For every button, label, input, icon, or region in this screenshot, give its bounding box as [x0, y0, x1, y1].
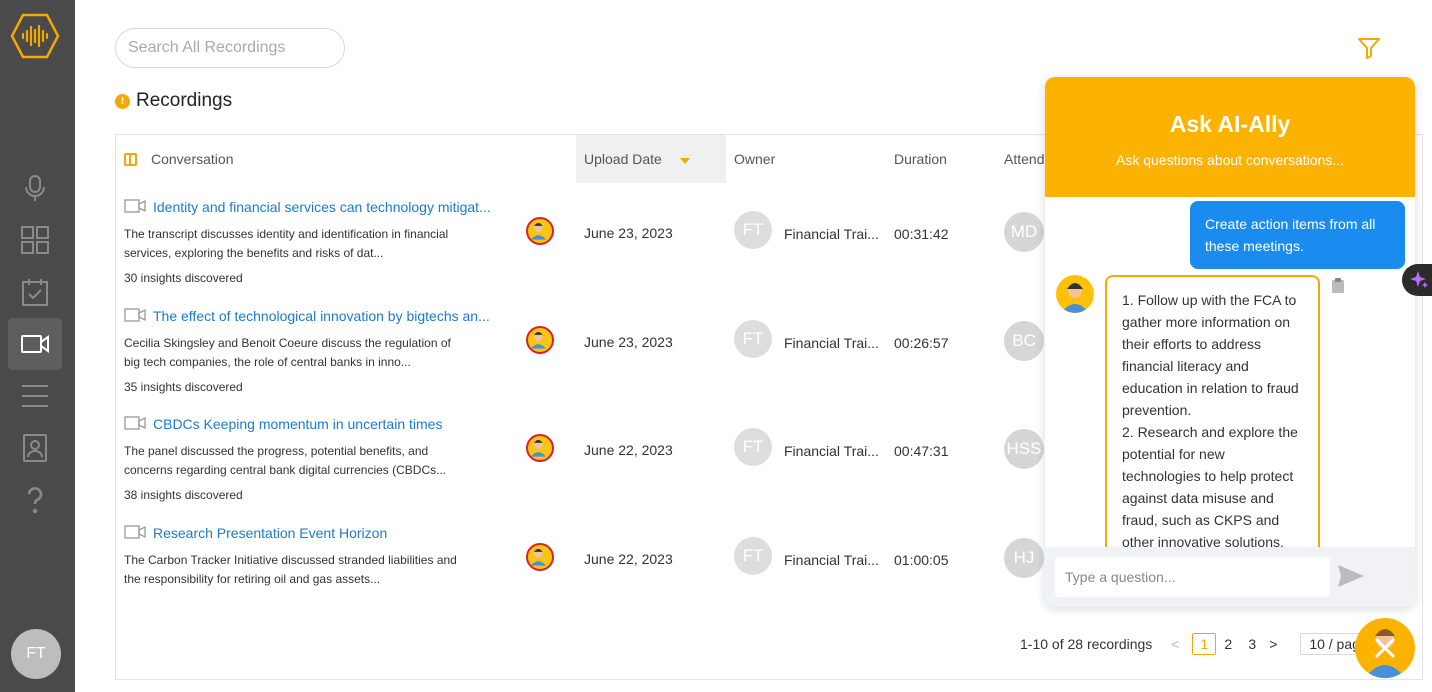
nav-list[interactable]: [8, 370, 62, 422]
recording-title-link[interactable]: The effect of technological innovation b…: [153, 308, 490, 324]
video-camera-icon: [124, 199, 146, 213]
insights-count: 30 insights discovered: [124, 271, 243, 285]
nav-help[interactable]: [8, 474, 62, 526]
app-logo-icon[interactable]: [10, 12, 60, 60]
recording-description: The panel discussed the progress, potent…: [124, 444, 447, 477]
prev-page-button[interactable]: <: [1168, 636, 1182, 652]
speaker-avatar: [526, 217, 554, 245]
column-conversation-label: Conversation: [151, 151, 234, 167]
chat-input-bar: [1045, 547, 1415, 607]
calendar-check-icon: [22, 279, 48, 306]
video-camera-icon: [21, 335, 49, 353]
owner-avatar: FT: [734, 428, 772, 466]
send-icon[interactable]: [1337, 564, 1365, 588]
column-duration[interactable]: Duration: [894, 135, 994, 183]
sparkle-icon: [1410, 271, 1428, 288]
attendee-avatar: BC: [1004, 321, 1044, 361]
contact-card-icon: [23, 434, 47, 462]
owner-name: Financial Trai...: [784, 443, 879, 459]
attendee-avatar: MD: [1004, 212, 1044, 252]
nav-calendar[interactable]: [8, 266, 62, 318]
owner-name: Financial Trai...: [784, 335, 879, 351]
page-title-text: Recordings: [136, 90, 233, 111]
upload-date: June 22, 2023: [584, 551, 673, 567]
user-avatar[interactable]: FT: [11, 629, 61, 679]
nav-recordings[interactable]: [8, 318, 62, 370]
recording-title-link[interactable]: CBDCs Keeping momentum in uncertain time…: [153, 416, 442, 432]
column-conversation[interactable]: Conversation: [124, 135, 564, 183]
ai-sparkle-button[interactable]: [1402, 264, 1432, 296]
owner-name: Financial Trai...: [784, 226, 879, 242]
page-title: ! Recordings: [115, 90, 232, 112]
pagination-summary: 1-10 of 28 recordings: [1020, 636, 1153, 652]
help-question-icon: [27, 487, 43, 514]
recording-title-link[interactable]: Identity and financial services can tech…: [153, 199, 491, 215]
chat-subtitle: Ask questions about conversations...: [1115, 152, 1345, 168]
info-icon: !: [115, 93, 130, 109]
chat-header: Ask AI-Ally Ask questions about conversa…: [1045, 77, 1415, 197]
sidebar: FT: [0, 0, 75, 692]
recording-description: The transcript discusses identity and id…: [124, 227, 449, 260]
bot-message-line: 2. Research and explore the potential fo…: [1122, 424, 1298, 550]
user-message: Create action items from all these meeti…: [1190, 201, 1405, 269]
upload-date: June 23, 2023: [584, 334, 673, 350]
search-box[interactable]: [115, 28, 345, 68]
column-upload-date-label: Upload Date: [584, 151, 662, 167]
page-1-button[interactable]: 1: [1192, 633, 1217, 655]
recording-description: Cecilia Skingsley and Benoit Coeure disc…: [124, 336, 451, 369]
duration: 00:47:31: [894, 443, 949, 459]
dashboard-grid-icon: [21, 226, 49, 254]
page-3-button[interactable]: 3: [1240, 633, 1264, 655]
insights-count: 38 insights discovered: [124, 488, 243, 502]
search-input[interactable]: [128, 39, 335, 57]
attendee-avatar: HSS: [1004, 429, 1044, 469]
owner-avatar: FT: [734, 537, 772, 575]
recording-description: The Carbon Tracker Initiative discussed …: [124, 553, 457, 586]
pagination: 1-10 of 28 recordings < 1 2 3 > 10 / pag…: [1020, 633, 1377, 655]
speaker-avatar: [526, 326, 554, 354]
sort-descending-icon[interactable]: [679, 158, 690, 164]
page-2-button[interactable]: 2: [1216, 633, 1240, 655]
bot-message: 1. Follow up with the FCA to gather more…: [1105, 275, 1320, 555]
filter-icon[interactable]: [1357, 37, 1381, 59]
duration: 00:31:42: [894, 226, 949, 242]
ai-chat-panel: Ask AI-Ally Ask questions about conversa…: [1045, 77, 1415, 607]
column-upload-date[interactable]: Upload Date: [576, 135, 726, 183]
attendee-avatar: HJ: [1004, 538, 1044, 578]
chat-title: Ask AI-Ally: [1169, 111, 1291, 137]
nav-contacts[interactable]: [8, 422, 62, 474]
duration: 01:00:05: [894, 552, 949, 568]
column-owner-label: Owner: [734, 151, 776, 167]
list-lines-icon: [22, 385, 48, 407]
next-page-button[interactable]: >: [1266, 636, 1280, 652]
video-camera-icon: [124, 525, 146, 539]
column-owner[interactable]: Owner: [734, 135, 884, 183]
microphone-icon: [25, 175, 45, 201]
column-attendees-label: Attend: [1004, 151, 1045, 167]
column-settings-icon[interactable]: [124, 152, 137, 166]
upload-date: June 23, 2023: [584, 225, 673, 241]
column-duration-label: Duration: [894, 151, 947, 167]
recording-title-link[interactable]: Research Presentation Event Horizon: [153, 525, 387, 541]
nav-microphone[interactable]: [8, 162, 62, 214]
close-icon: [1365, 629, 1405, 678]
chat-question-input[interactable]: [1055, 557, 1330, 597]
video-camera-icon: [124, 416, 146, 430]
bot-message-line: 1. Follow up with the FCA to gather more…: [1122, 292, 1299, 418]
close-chat-button[interactable]: [1355, 618, 1415, 678]
insights-count: 35 insights discovered: [124, 380, 243, 394]
speaker-avatar: [526, 434, 554, 462]
video-camera-icon: [124, 308, 146, 322]
speaker-avatar: [526, 543, 554, 571]
duration: 00:26:57: [894, 335, 949, 351]
nav-dashboard[interactable]: [8, 214, 62, 266]
owner-name: Financial Trai...: [784, 552, 879, 568]
bot-avatar: [1056, 275, 1094, 313]
owner-avatar: FT: [734, 211, 772, 249]
owner-avatar: FT: [734, 320, 772, 358]
upload-date: June 22, 2023: [584, 442, 673, 458]
clipboard-icon[interactable]: [1331, 277, 1345, 293]
